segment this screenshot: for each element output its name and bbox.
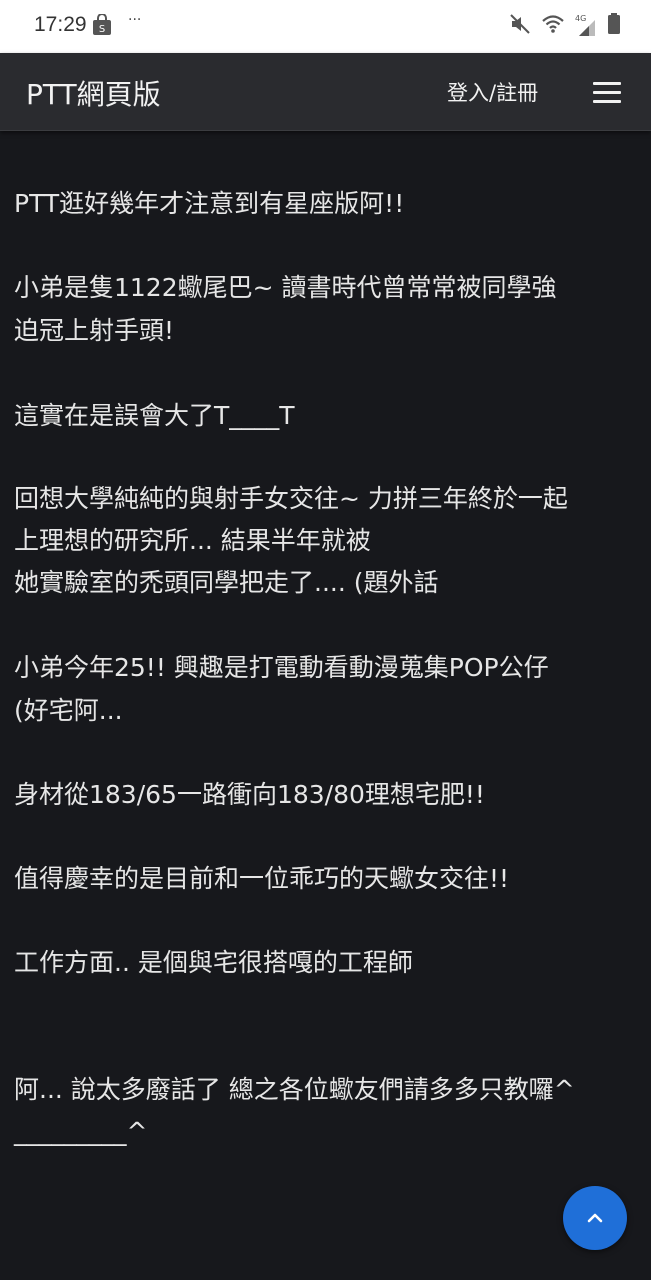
post-line: 她實驗室的禿頭同學把走了.... (題外話 [14,568,439,597]
post-line: PTT逛好幾年才注意到有星座版阿!! [14,189,405,218]
signal-4g-icon: 4G [575,14,597,38]
post-line: 迫冠上射手頭! [14,316,175,345]
post-line: 值得慶幸的是目前和一位乖巧的天蠍女交往!! [14,864,510,893]
wifi-icon [541,14,565,38]
post-line: 上理想的研究所... 結果半年就被 [14,526,371,555]
chevron-up-icon [587,1213,603,1223]
post-content: PTT逛好幾年才注意到有星座版阿!! 小弟是隻1122蠍尾巴~ 讀書時代曾常常被… [0,131,651,1280]
post-line: 工作方面.. 是個與宅很搭嘎的工程師 [14,948,413,977]
post-line: 小弟今年25!! 興趣是打電動看動漫蒐集POP公仔 [14,653,549,682]
mute-icon [509,13,531,39]
post-line: _________^ [14,1117,148,1146]
hamburger-menu-button[interactable] [590,77,624,107]
svg-text:S: S [99,24,105,35]
status-bar: 17:29 S ··· 4G [0,0,651,53]
brand-title[interactable]: PTT網頁版 [26,73,161,113]
post-line: 這實在是誤會大了T____T [14,401,295,430]
menu-bar-icon [593,91,621,94]
post-line: 回想大學純純的與射手女交往~ 力拼三年終於一起 [14,484,568,513]
shopping-bag-icon: S [92,13,112,36]
battery-icon [607,13,621,39]
status-icons: 4G [509,12,621,40]
post-line: 阿... 說太多廢話了 總之各位蠍友們請多多只教囉^ [14,1075,575,1104]
menu-bar-icon [593,100,621,103]
login-register-link[interactable]: 登入/註冊 [447,77,538,107]
post-line: (好宅阿... [14,696,123,725]
post-line: 小弟是隻1122蠍尾巴~ 讀書時代曾常常被同學強 [14,273,557,302]
status-time: 17:29 [34,13,87,36]
post-line: 身材從183/65一路衝向183/80理想宅肥!! [14,780,485,809]
scroll-to-top-button[interactable] [563,1186,627,1250]
menu-bar-icon [593,82,621,85]
more-notifications-icon: ··· [128,12,142,28]
navbar: PTT網頁版 登入/註冊 [0,53,651,131]
partial-cut-line [14,131,134,145]
